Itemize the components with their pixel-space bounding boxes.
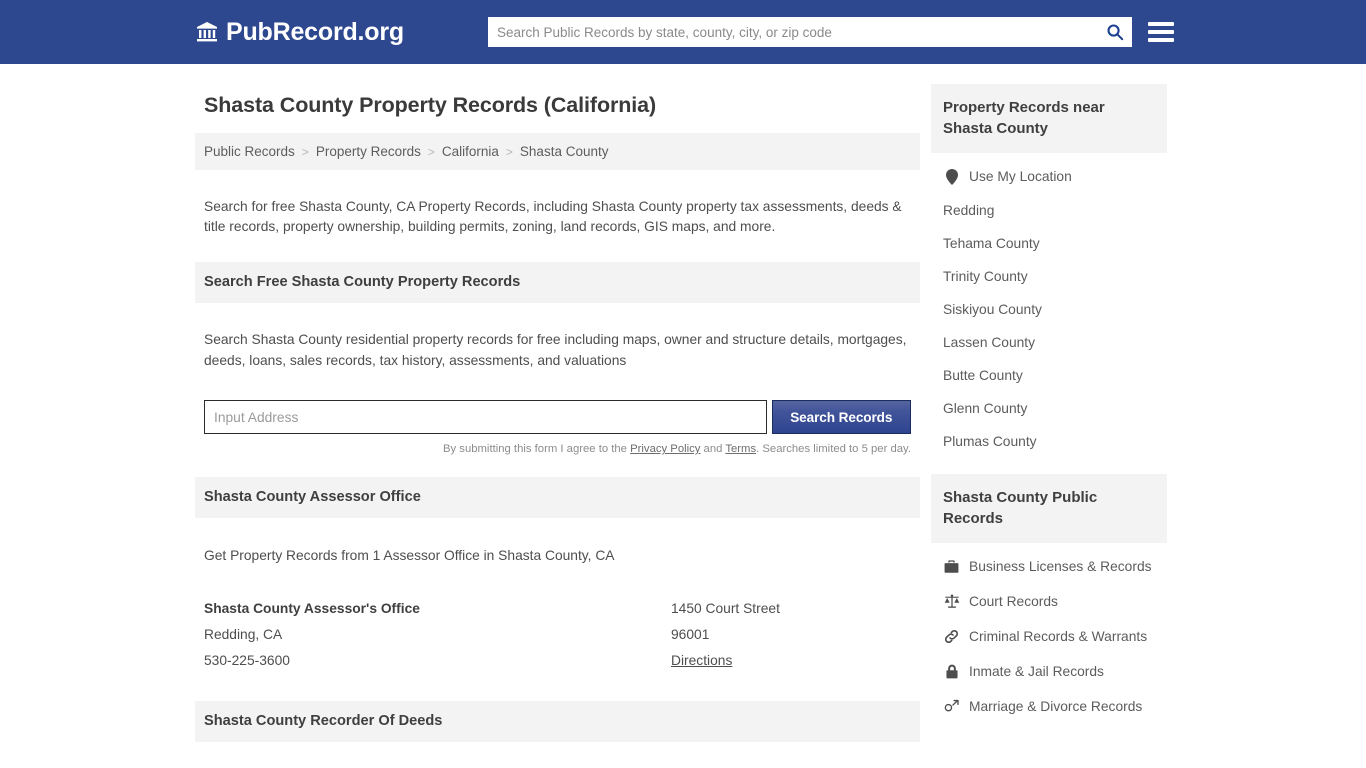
search-icon[interactable]: [1098, 17, 1132, 47]
sidebar-item-redding[interactable]: Redding: [931, 194, 1167, 227]
terms-link[interactable]: Terms: [725, 443, 756, 455]
sidebar-item-inmate-jail-records[interactable]: Inmate & Jail Records: [931, 654, 1167, 689]
office-details-right: 1450 Court Street 96001 Directions: [671, 596, 911, 674]
sidebar-item-label: Business Licenses & Records: [969, 559, 1152, 574]
breadcrumb: Public Records > Property Records > Cali…: [195, 133, 920, 170]
privacy-policy-link[interactable]: Privacy Policy: [630, 443, 700, 455]
link-chain-icon: [943, 628, 960, 645]
global-search-bar[interactable]: [487, 17, 1132, 47]
breadcrumb-separator-icon: >: [427, 144, 435, 159]
site-header: PubRecord.org: [0, 0, 1366, 64]
sidebar-item-label: Siskiyou County: [943, 302, 1042, 317]
page-title: Shasta County Property Records (Californ…: [204, 93, 657, 117]
recorder-section-heading: Shasta County Recorder Of Deeds: [195, 700, 920, 742]
breadcrumb-item-public-records[interactable]: Public Records: [204, 144, 295, 159]
sidebar-item-label: Use My Location: [969, 169, 1072, 184]
sidebar-item-label: Glenn County: [943, 401, 1028, 416]
intro-text: Search for free Shasta County, CA Proper…: [204, 198, 902, 234]
search-panel-heading: Search Free Shasta County Property Recor…: [195, 261, 920, 303]
sidebar-item-marriage-divorce-records[interactable]: Marriage & Divorce Records: [931, 689, 1167, 724]
office-zip: 96001: [671, 626, 710, 642]
sidebar-item-label: Court Records: [969, 594, 1058, 609]
sidebar-item-label: Plumas County: [943, 434, 1037, 449]
search-panel-description: Search Shasta County residential propert…: [204, 332, 907, 369]
sidebar-item-criminal-records[interactable]: Criminal Records & Warrants: [931, 619, 1167, 654]
hamburger-menu-icon[interactable]: [1147, 22, 1174, 42]
public-records-heading: Shasta County Public Records: [931, 474, 1167, 543]
sidebar-item-label: Lassen County: [943, 335, 1036, 350]
sidebar-item-label: Criminal Records & Warrants: [969, 629, 1148, 644]
sidebar-item-butte-county[interactable]: Butte County: [931, 359, 1167, 392]
sidebar-item-siskiyou-county[interactable]: Siskiyou County: [931, 293, 1167, 326]
brand-name: PubRecord.org: [226, 17, 404, 46]
office-entry: Shasta County Assessor's Office Redding,…: [195, 585, 920, 679]
office-phone: 530-225-3600: [204, 652, 290, 668]
assessor-section-description: Get Property Records from 1 Assessor Off…: [204, 547, 615, 563]
office-city-state: Redding, CA: [204, 626, 283, 642]
nearby-records-list: Use My Location Redding Tehama County Tr…: [931, 153, 1167, 458]
sidebar-item-label: Redding: [943, 203, 995, 218]
search-input[interactable]: [487, 17, 1098, 47]
bank-icon: [195, 20, 219, 44]
breadcrumb-separator-icon: >: [505, 144, 513, 159]
map-pin-icon: [943, 168, 960, 185]
address-search-form: Search Records: [195, 390, 920, 435]
disclaimer-text-post: . Searches limited to 5 per day.: [756, 443, 911, 456]
site-logo[interactable]: PubRecord.org: [195, 18, 404, 47]
sidebar-item-court-records[interactable]: Court Records: [931, 584, 1167, 619]
balance-scale-icon: [943, 593, 960, 610]
sidebar-item-use-my-location[interactable]: Use My Location: [931, 159, 1167, 194]
form-disclaimer: By submitting this form I agree to the P…: [195, 434, 920, 455]
sidebar-item-label: Marriage & Divorce Records: [969, 699, 1143, 714]
breadcrumb-item-property-records[interactable]: Property Records: [316, 144, 421, 159]
sidebar-item-label: Tehama County: [943, 236, 1040, 251]
office-name: Shasta County Assessor's Office: [204, 600, 420, 616]
public-records-panel: Shasta County Public Records Business Li…: [931, 474, 1167, 724]
sidebar-item-plumas-county[interactable]: Plumas County: [931, 425, 1167, 458]
disclaimer-text-mid: and: [700, 443, 726, 456]
assessor-section-heading: Shasta County Assessor Office: [195, 477, 920, 519]
main-column: Shasta County Property Records (Californ…: [195, 84, 920, 768]
page-content: Shasta County Property Records (Californ…: [0, 64, 1366, 768]
lock-icon: [943, 663, 960, 680]
public-records-list: Business Licenses & Records Court Record…: [931, 543, 1167, 724]
nearby-records-panel: Property Records near Shasta County Use …: [931, 84, 1167, 458]
gender-symbols-icon: [943, 698, 960, 715]
breadcrumb-item-california[interactable]: California: [442, 144, 499, 159]
recorder-of-deeds-section: Shasta County Recorder Of Deeds Get Prop…: [195, 700, 920, 768]
sidebar-item-glenn-county[interactable]: Glenn County: [931, 392, 1167, 425]
sidebar-item-trinity-county[interactable]: Trinity County: [931, 260, 1167, 293]
sidebar-item-business-licenses[interactable]: Business Licenses & Records: [931, 549, 1167, 584]
breadcrumb-separator-icon: >: [301, 144, 309, 159]
sidebar-item-lassen-county[interactable]: Lassen County: [931, 326, 1167, 359]
disclaimer-text-pre: By submitting this form I agree to the: [442, 443, 631, 456]
briefcase-icon: [943, 558, 960, 575]
directions-link[interactable]: Directions: [671, 653, 732, 668]
nearby-records-heading: Property Records near Shasta County: [931, 84, 1167, 153]
assessor-office-section: Shasta County Assessor Office Get Proper…: [195, 477, 920, 679]
breadcrumb-item-shasta-county[interactable]: Shasta County: [520, 144, 609, 159]
office-details-left: Shasta County Assessor's Office Redding,…: [204, 596, 671, 674]
sidebar-item-label: Trinity County: [943, 269, 1028, 284]
sidebar: Property Records near Shasta County Use …: [931, 84, 1167, 768]
sidebar-item-label: Butte County: [943, 368, 1023, 383]
search-records-button[interactable]: Search Records: [771, 400, 911, 435]
sidebar-item-label: Inmate & Jail Records: [969, 664, 1104, 679]
recorder-section-description: Get Property Records from 1 Recorder Of …: [195, 756, 920, 768]
sidebar-item-tehama-county[interactable]: Tehama County: [931, 227, 1167, 260]
address-input[interactable]: [204, 400, 767, 435]
office-street: 1450 Court Street: [671, 600, 780, 616]
